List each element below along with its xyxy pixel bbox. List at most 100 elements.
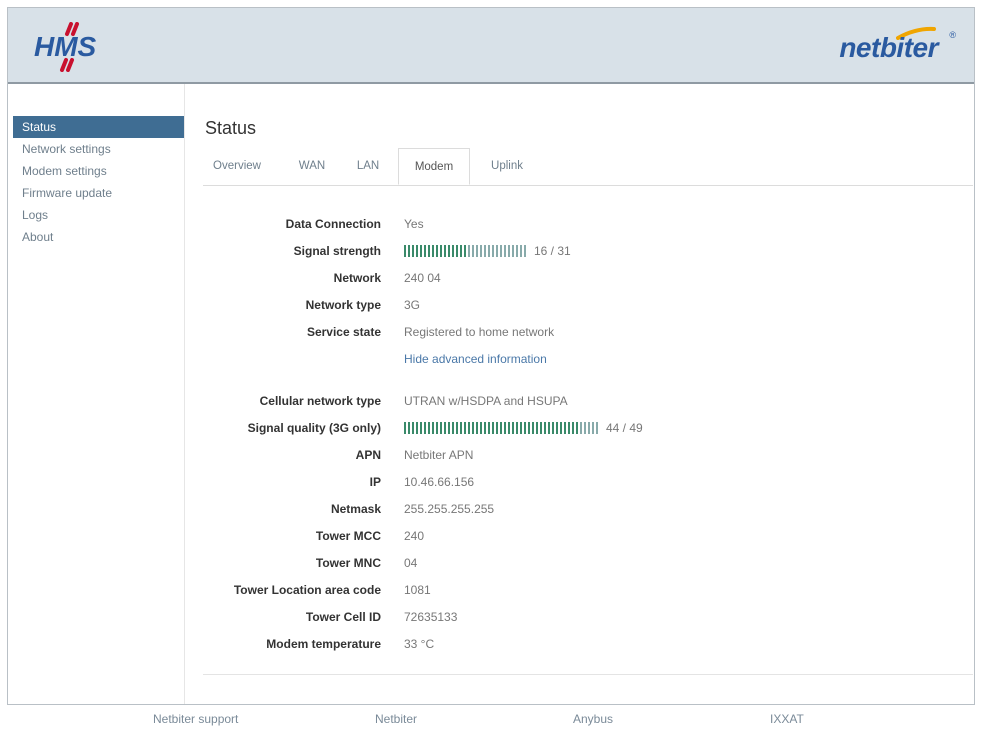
bar-segment-empty — [492, 245, 494, 257]
footer-link-ixxat[interactable]: IXXAT — [770, 712, 804, 726]
bar-segment-empty — [468, 245, 470, 257]
row-service-state: Service state Registered to home network — [203, 322, 973, 342]
bar-segment-empty — [500, 245, 502, 257]
row-signal-quality: Signal quality (3G only) 44 / 49 — [203, 418, 973, 438]
tab-overview[interactable]: Overview — [203, 148, 271, 184]
bar-segment-filled — [436, 245, 438, 257]
bar-segment-filled — [444, 245, 446, 257]
row-apn: APN Netbiter APN — [203, 445, 973, 465]
value-ip: 10.46.66.156 — [404, 475, 475, 489]
label-network-type: Network type — [305, 298, 381, 312]
row-modem-temperature: Modem temperature 33 °C — [203, 634, 973, 654]
bar-segment-filled — [448, 422, 450, 434]
bar-segment-filled — [468, 422, 470, 434]
bar-segment-empty — [488, 245, 490, 257]
row-tower-cell-id: Tower Cell ID 72635133 — [203, 607, 973, 627]
row-tower-lac: Tower Location area code 1081 — [203, 580, 973, 600]
tab-uplink[interactable]: Uplink — [481, 148, 533, 184]
sidebar-item-about[interactable]: About — [13, 226, 184, 248]
bar-segment-filled — [408, 422, 410, 434]
bar-segment-filled — [416, 422, 418, 434]
bar-segment-filled — [484, 422, 486, 434]
bar-segment-filled — [508, 422, 510, 434]
bar-segment-filled — [520, 422, 522, 434]
bar-segment-filled — [492, 422, 494, 434]
hms-logo-text: HMS — [34, 31, 97, 62]
bar-segment-filled — [452, 245, 454, 257]
label-netmask: Netmask — [330, 502, 381, 516]
tab-lan[interactable]: LAN — [349, 148, 387, 184]
bar-segment-filled — [512, 422, 514, 434]
bar-segment-filled — [476, 422, 478, 434]
value-modem-temperature: 33 °C — [404, 637, 435, 651]
tab-bar: Overview WAN LAN Modem Uplink — [203, 148, 973, 186]
tab-wan[interactable]: WAN — [289, 148, 335, 184]
bar-segment-filled — [420, 245, 422, 257]
row-data-connection: Data Connection Yes — [203, 214, 973, 234]
bar-segment-filled — [576, 422, 578, 434]
sidebar-item-logs[interactable]: Logs — [13, 204, 184, 226]
label-cellular-network-type: Cellular network type — [259, 394, 381, 408]
footer: Netbiter support Netbiter Anybus IXXAT — [0, 712, 983, 732]
bar-segment-empty — [480, 245, 482, 257]
label-apn: APN — [355, 448, 381, 462]
footer-link-netbiter-support[interactable]: Netbiter support — [153, 712, 238, 726]
bar-segment-empty — [588, 422, 590, 434]
bar-segment-filled — [460, 422, 462, 434]
hide-advanced-info-link[interactable]: Hide advanced information — [404, 349, 547, 369]
sidebar-item-modem-settings[interactable]: Modem settings — [13, 160, 184, 182]
value-tower-mcc: 240 — [404, 529, 425, 543]
footer-link-netbiter[interactable]: Netbiter — [375, 712, 417, 726]
bar-segment-empty — [520, 245, 522, 257]
bar-segment-empty — [476, 245, 478, 257]
value-tower-lac: 1081 — [404, 583, 431, 597]
bar-segment-empty — [524, 245, 526, 257]
bar-segment-filled — [540, 422, 542, 434]
label-modem-temperature: Modem temperature — [266, 637, 381, 651]
bar-segment-filled — [556, 422, 558, 434]
bar-segment-filled — [436, 422, 438, 434]
footer-link-anybus[interactable]: Anybus — [573, 712, 613, 726]
bar-segment-empty — [484, 245, 486, 257]
row-ip: IP 10.46.66.156 — [203, 472, 973, 492]
value-tower-cell-id: 72635133 — [404, 610, 458, 624]
bar-segment-filled — [524, 422, 526, 434]
label-tower-lac: Tower Location area code — [233, 583, 381, 597]
bar-segment-filled — [560, 422, 562, 434]
netbiter-logo: netbiter ® — [810, 26, 960, 63]
value-apn: Netbiter APN — [404, 448, 474, 462]
sidebar-item-status[interactable]: Status — [13, 116, 184, 138]
header: HMS netbiter ® — [8, 8, 974, 84]
bar-segment-empty — [508, 245, 510, 257]
row-network: Network 240 04 — [203, 268, 973, 288]
label-tower-mcc: Tower MCC — [315, 529, 381, 543]
bar-segment-filled — [464, 245, 466, 257]
label-tower-cell-id: Tower Cell ID — [305, 610, 381, 624]
bar-segment-empty — [584, 422, 586, 434]
value-data-connection: Yes — [404, 217, 424, 231]
label-network: Network — [333, 271, 381, 285]
bar-segment-filled — [516, 422, 518, 434]
row-signal-strength: Signal strength 16 / 31 — [203, 241, 973, 261]
bar-segment-filled — [432, 422, 434, 434]
bar-segment-filled — [440, 245, 442, 257]
label-signal-quality: Signal quality (3G only) — [247, 421, 381, 435]
bar-segment-filled — [460, 245, 462, 257]
sidebar-nav: Status Network settings Modem settings F… — [8, 116, 184, 248]
netbiter-logo-text: netbiter — [839, 32, 938, 63]
sidebar-item-network-settings[interactable]: Network settings — [13, 138, 184, 160]
bar-segment-empty — [580, 422, 582, 434]
sidebar-item-firmware-update[interactable]: Firmware update — [13, 182, 184, 204]
value-tower-mnc: 04 — [404, 556, 418, 570]
bar-segment-filled — [532, 422, 534, 434]
bar-segment-filled — [404, 422, 406, 434]
bar-segment-filled — [480, 422, 482, 434]
bar-segment-filled — [448, 245, 450, 257]
tab-modem[interactable]: Modem — [398, 148, 470, 185]
bar-segment-filled — [408, 245, 410, 257]
bar-segment-filled — [500, 422, 502, 434]
bar-segment-empty — [496, 245, 498, 257]
bar-segment-filled — [544, 422, 546, 434]
bar-segment-filled — [572, 422, 574, 434]
bar-segment-filled — [432, 245, 434, 257]
